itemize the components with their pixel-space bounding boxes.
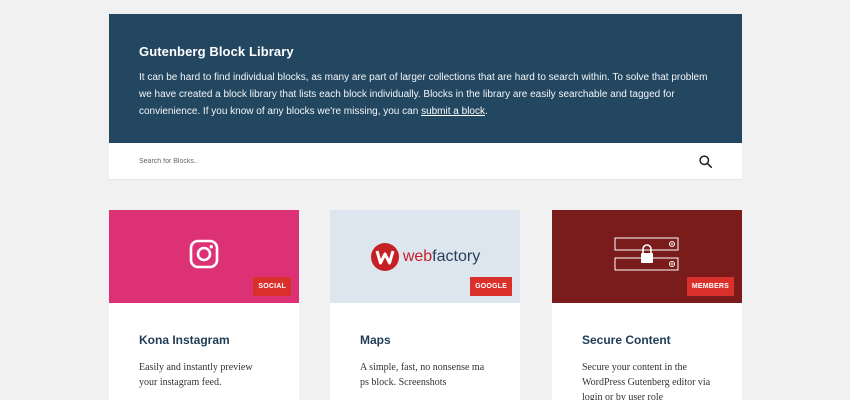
card-title[interactable]: Kona Instagram [139,333,269,347]
block-card-secure-content[interactable]: MEMBERS Secure Content Secure your conte… [552,210,742,400]
card-title[interactable]: Maps [360,333,490,347]
webfactory-logo: webfactory [370,242,480,272]
card-description: A simple, fast, no nonsense ma ps block.… [360,362,485,388]
logo-text-web: web [402,247,433,265]
search-icon[interactable] [698,154,712,168]
page-title: Gutenberg Block Library [139,44,294,59]
lock-form-icon [614,234,680,279]
category-tag[interactable]: SOCIAL [253,277,291,296]
card-description: Easily and instantly preview your instag… [139,362,253,388]
instagram-icon [189,239,219,274]
submit-block-link[interactable]: submit a block [421,106,485,117]
category-tag[interactable]: MEMBERS [686,277,734,296]
description-period: . [484,106,488,117]
card-title[interactable]: Secure Content [582,333,712,347]
logo-text-factory: factory [432,247,481,265]
block-card-maps[interactable]: webfactory GOOGLE Maps A simple, fast, n… [330,210,520,400]
library-description: It can be hard to find individual blocks… [139,69,712,120]
webfactory-logo-icon [370,242,399,271]
card-banner[interactable]: webfactory GOOGLE [330,210,520,303]
card-description: Secure your content in the WordPress Gut… [582,362,711,400]
card-banner[interactable]: MEMBERS [552,210,742,303]
block-card-kona-instagram[interactable]: SOCIAL Kona Instagram Easily and instant… [109,210,299,400]
category-tag[interactable]: GOOGLE [470,277,512,296]
library-header: Gutenberg Block Library It can be hard t… [109,14,742,143]
card-banner[interactable]: SOCIAL [109,210,299,303]
search-bar [109,143,742,180]
search-input[interactable] [139,157,539,165]
